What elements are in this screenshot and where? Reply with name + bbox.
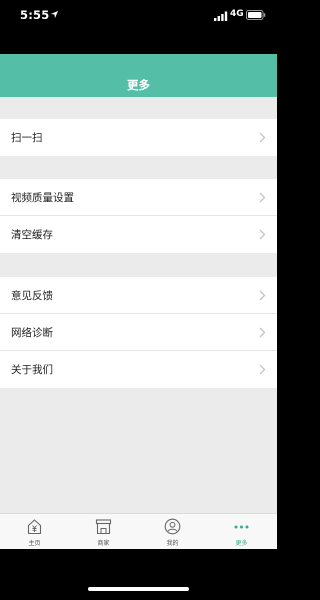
chevron-right-icon [259,290,266,301]
more-dots-icon [234,525,249,529]
chevron-right-icon [259,229,266,240]
menu-item-scan[interactable]: 扫一扫 [0,119,277,156]
menu-item-feedback[interactable]: 意见反馈 [0,277,277,314]
location-arrow-icon [50,10,59,19]
menu-item-label: 视频质量设置 [11,192,74,204]
menu-group-video: 视频质量设置 清空缓存 [0,179,277,253]
menu-item-label: 网络诊断 [11,327,53,339]
home-indicator-area [0,549,277,600]
chevron-right-icon [259,192,266,203]
settings-list: 扫一扫 视频质量设置 清空缓存 意见反馈 网络诊断 关于我们 [0,97,277,513]
menu-group-about: 意见反馈 网络诊断 关于我们 [0,277,277,388]
menu-item-network-diagnosis[interactable]: 网络诊断 [0,314,277,351]
chevron-right-icon [259,364,266,375]
chevron-right-icon [259,132,266,143]
status-time: 5:55 [20,8,50,22]
signal-icon [214,11,228,21]
tab-merchants[interactable]: 商家 [69,514,138,550]
menu-item-label: 扫一扫 [11,132,43,144]
battery-icon [246,10,266,20]
menu-item-label: 意见反馈 [11,290,53,302]
tab-bar: 主页 商家 我的 更多 [0,513,277,549]
tab-more[interactable]: 更多 [207,514,276,550]
menu-item-label: 关于我们 [11,364,53,376]
store-icon [95,519,112,535]
menu-group-scan: 扫一扫 [0,119,277,156]
menu-item-about-us[interactable]: 关于我们 [0,351,277,388]
network-type: 4G [230,9,244,19]
tab-home[interactable]: 主页 [0,514,69,550]
tab-label: 更多 [235,540,248,547]
tab-label: 商家 [97,540,110,547]
page-title: 更多 [127,78,150,92]
chevron-right-icon [259,327,266,338]
home-yen-icon [27,519,42,535]
menu-item-clear-cache[interactable]: 清空缓存 [0,216,277,253]
status-bar: 5:55 4G [0,0,277,54]
tab-label: 我的 [166,540,179,547]
tab-profile[interactable]: 我的 [138,514,207,550]
menu-item-label: 清空缓存 [11,229,53,241]
nav-header: 更多 [0,54,277,97]
home-indicator[interactable] [88,587,189,591]
tab-label: 主页 [28,540,41,547]
user-icon [164,518,181,535]
menu-item-video-quality[interactable]: 视频质量设置 [0,179,277,216]
